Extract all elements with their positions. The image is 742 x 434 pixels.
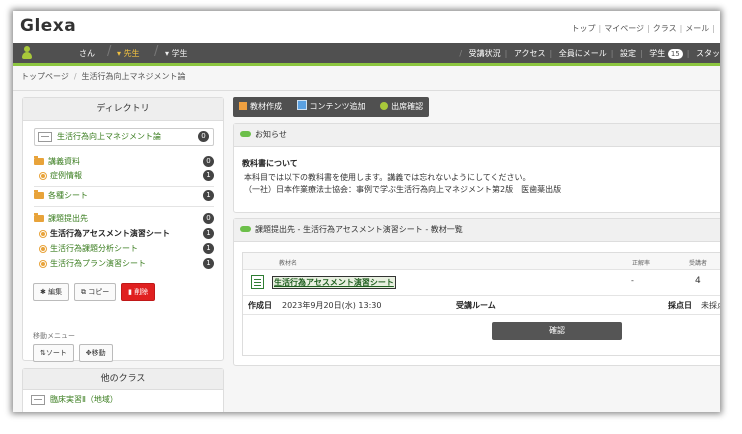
class-nav: / 受講状況 | アクセス | 全員にメール | 設定 | 学生 15 | スタッ [459, 49, 720, 59]
count-badge: 0 [203, 156, 214, 167]
col-accuracy: 正解率 [632, 260, 651, 267]
material-link[interactable]: 生活行為アセスメント演習シート [272, 276, 396, 289]
tree-folder-sheets[interactable]: 各種シート 1 [34, 190, 214, 204]
tree-folder-lecture[interactable]: 講義資料 0 [34, 156, 214, 170]
gear-icon: ✱ [40, 288, 46, 296]
nav-mail-all[interactable]: 全員にメール [559, 49, 607, 58]
app-window: Glexa トップ | マイページ | クラス | メール | さん / ▾ 先生 / ▾ 学… [13, 11, 720, 412]
user-icon [22, 46, 32, 59]
top-link-home[interactable]: トップ [572, 24, 596, 33]
count-badge: 1 [203, 228, 214, 239]
nav-attendance-status[interactable]: 受講状況 [469, 49, 501, 58]
breadcrumb: トップページ / 生活行為向上マネジメント論 [21, 72, 186, 81]
role-student-switch[interactable]: ▾ 学生 [165, 48, 188, 59]
move-button[interactable]: ✥移動 [78, 344, 113, 362]
status-pill-icon [240, 226, 251, 232]
divider [13, 90, 720, 91]
tree-root[interactable]: 生活行為向上マネジメント論 0 [34, 128, 214, 146]
sort-button[interactable]: ⇅ソート [33, 344, 74, 362]
notice-line-2: （一社）日本作業療法士協会：事例で学ぶ生活行為向上マネジメント第2版 医歯薬出版 [244, 185, 562, 194]
breadcrumb-current: 生活行為向上マネジメント論 [81, 72, 186, 81]
screen-icon [296, 100, 307, 110]
user-bar: さん / ▾ 先生 / ▾ 学生 / 受講状況 | アクセス | 全員にメール | 設… [13, 43, 720, 66]
item-icon [39, 244, 47, 253]
trash-icon: ▮ [128, 288, 132, 296]
delete-button[interactable]: ▮ 削除 [121, 283, 156, 301]
confirm-button[interactable]: 確認 [492, 322, 622, 340]
grade-label: 採点日 [668, 301, 692, 310]
student-count-badge: 15 [667, 49, 683, 59]
status-pill-icon [240, 131, 251, 137]
accuracy-value: - [631, 276, 634, 285]
notice-line-1: 本科目では以下の教科書を使用します。講義では忘れないようにしてください。 [244, 173, 531, 182]
material-table: 教材名 正解率 受講者 生活行為アセスメント演習シート - 4 作成日 2023… [242, 252, 720, 356]
course-icon [31, 394, 45, 405]
move-menu-label: 移動メニュー [33, 332, 75, 340]
copy-icon: ⧉ [80, 288, 86, 296]
notice-header: お知らせ [234, 124, 720, 147]
top-links: トップ | マイページ | クラス | メール | [571, 24, 716, 33]
nav-settings[interactable]: 設定 [620, 49, 636, 58]
count-badge: 1 [203, 170, 214, 181]
tree-item-case-info[interactable]: 症例情報 1 [34, 170, 214, 184]
nav-staff[interactable]: スタッ [696, 49, 720, 58]
tree-item-analysis-sheet[interactable]: 生活行為課題分析シート 1 [34, 243, 214, 257]
tree-item-assessment-sheet[interactable]: 生活行為アセスメント演習シート 1 [34, 228, 214, 242]
other-class-item[interactable]: 臨床実習Ⅱ（地域） [28, 394, 118, 405]
people-icon [380, 102, 389, 110]
other-classes-title: 他のクラス [23, 369, 223, 390]
attendance-button[interactable]: 出席確認 [374, 97, 429, 117]
submission-card: 課題提出先 - 生活行為アセスメント演習シート - 教材一覧 教材名 正解率 受… [233, 218, 720, 366]
top-link-mypage[interactable]: マイページ [604, 24, 644, 33]
breadcrumb-top[interactable]: トップページ [21, 72, 69, 81]
role-teacher-switch[interactable]: ▾ 先生 [117, 48, 140, 59]
content-toolbar: 教材作成 コンテンツ追加 出席確認 [233, 97, 430, 117]
table-header: 教材名 正解率 受講者 [243, 253, 720, 270]
nav-students[interactable]: 学生 15 [649, 49, 683, 59]
count-badge: 1 [203, 243, 214, 254]
directory-actions: ✱ 編集 ⧉ コピー ▮ 削除 [33, 283, 157, 301]
learners-value: 4 [695, 276, 701, 286]
folder-icon [34, 156, 44, 165]
item-icon [39, 171, 47, 180]
notice-card: お知らせ 教科書について 本科目では以下の教科書を使用します。講義では忘れないよ… [233, 123, 720, 213]
add-content-button[interactable]: コンテンツ追加 [291, 97, 372, 117]
notice-title: 教科書について [242, 159, 298, 168]
top-link-class[interactable]: クラス [653, 24, 677, 33]
room-label: 受講ルーム [456, 301, 496, 310]
material-detail-row: 作成日 2023年9月20日(水) 13:30 受講ルーム 採点日 未採点 [243, 296, 720, 315]
tree-folder-submission[interactable]: 課題提出先 0 [34, 213, 214, 227]
directory-panel: ディレクトリ 生活行為向上マネジメント論 0 講義資料 0 症例情報 1 各種シ… [22, 97, 224, 362]
count-badge: 0 [203, 213, 214, 224]
top-link-mail[interactable]: メール [685, 24, 709, 33]
create-material-button[interactable]: 教材作成 [233, 97, 288, 117]
grade-value: 未採点 [701, 301, 720, 310]
folder-icon [34, 190, 44, 199]
count-badge: 0 [198, 131, 209, 142]
table-row: 生活行為アセスメント演習シート - 4 [243, 269, 720, 296]
item-icon [39, 259, 47, 268]
document-icon [239, 102, 247, 110]
count-badge: 1 [203, 258, 214, 269]
copy-button[interactable]: ⧉ コピー [73, 283, 117, 301]
created-value: 2023年9月20日(水) 13:30 [282, 301, 382, 310]
item-icon [39, 229, 47, 238]
created-label: 作成日 [248, 301, 272, 310]
header: Glexa トップ | マイページ | クラス | メール | [13, 11, 720, 43]
other-classes-panel: 他のクラス 臨床実習Ⅱ（地域） [22, 368, 224, 412]
count-badge: 1 [203, 190, 214, 201]
submission-header: 課題提出先 - 生活行為アセスメント演習シート - 教材一覧 [234, 219, 720, 242]
folder-icon [34, 213, 44, 222]
move-actions: ⇅ソート ✥移動 [33, 344, 115, 362]
edit-button[interactable]: ✱ 編集 [33, 283, 70, 301]
col-learners: 受講者 [689, 260, 708, 267]
tree-item-plan-sheet[interactable]: 生活行為プラン演習シート 1 [34, 258, 214, 272]
directory-title: ディレクトリ [23, 98, 223, 121]
col-material-name: 教材名 [279, 260, 298, 267]
nav-access[interactable]: アクセス [514, 49, 546, 58]
app-logo[interactable]: Glexa [20, 16, 76, 36]
sheet-icon [251, 275, 264, 289]
course-icon [38, 131, 52, 142]
user-name: さん [79, 49, 95, 58]
